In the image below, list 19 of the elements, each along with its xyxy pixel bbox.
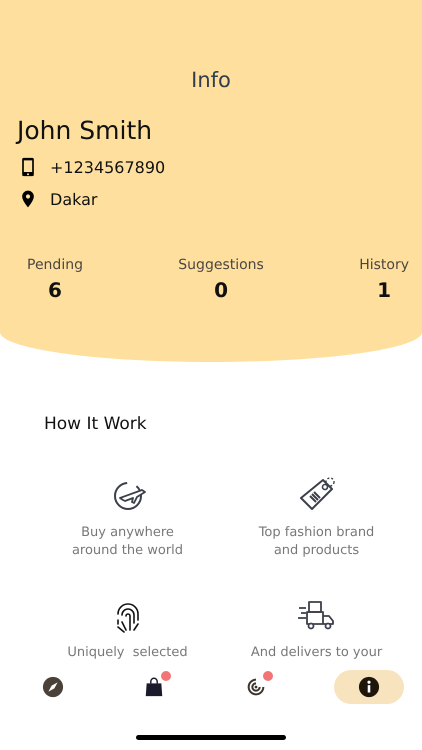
stat-value: 0	[214, 278, 228, 302]
stat-value: 6	[48, 278, 62, 302]
step-caption: Uniquely selected	[66, 644, 189, 662]
step-caption: Buy anywhere around the world	[70, 524, 184, 560]
stat-label: Pending	[27, 257, 83, 273]
radar-icon	[244, 676, 267, 698]
nav-tab[interactable]	[334, 670, 404, 704]
compass-icon	[42, 676, 64, 698]
phone-number: +1234567890	[50, 158, 166, 176]
page-title: Info	[190, 68, 232, 92]
stat-label: History	[359, 257, 409, 273]
step-caption: Top fashion brand and products	[258, 524, 376, 560]
user-name: John Smith	[17, 116, 154, 145]
section-title: How It Work	[44, 414, 148, 434]
city-name: Dakar	[50, 190, 98, 208]
stat-label: Suggestions	[178, 257, 264, 273]
stat-value: 1	[377, 278, 392, 302]
info-icon	[358, 676, 380, 698]
step-caption: And delivers to your	[250, 644, 384, 662]
